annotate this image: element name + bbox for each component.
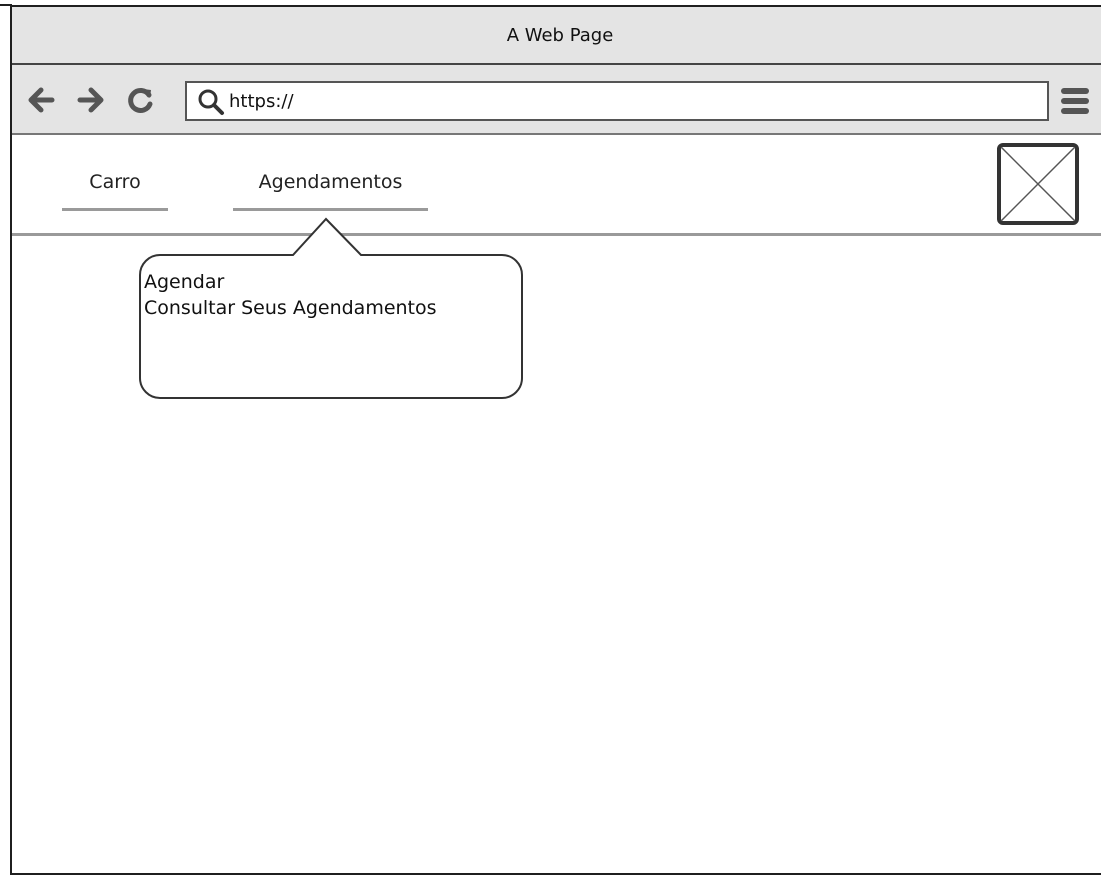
nav-tab-label: Agendamentos <box>258 171 403 193</box>
agendamentos-dropdown: Agendar Consultar Seus Agendamentos <box>130 207 530 402</box>
window-title: A Web Page <box>506 24 614 46</box>
dropdown-menu: Agendar Consultar Seus Agendamentos <box>144 269 437 321</box>
browser-toolbar <box>12 65 1101 135</box>
window-titlebar: A Web Page <box>12 7 1101 65</box>
nav-tab-carro[interactable]: Carro <box>62 171 168 211</box>
arrow-right-icon <box>77 87 104 113</box>
logo-placeholder <box>997 143 1079 225</box>
browser-window: A Web Page https:// Carro Agendamentos A… <box>10 5 1101 875</box>
browser-menu-button[interactable] <box>1059 84 1091 118</box>
page-content: Carro Agendamentos Agendar Consultar Seu… <box>12 135 1101 875</box>
nav-tab-agendamentos[interactable]: Agendamentos <box>233 171 428 211</box>
forward-button[interactable] <box>74 83 108 117</box>
menu-item-agendar[interactable]: Agendar <box>144 269 437 295</box>
search-icon <box>198 89 224 115</box>
reload-button[interactable] <box>124 83 158 117</box>
arrow-left-icon <box>28 87 55 113</box>
address-bar[interactable] <box>185 81 1049 121</box>
reload-icon <box>128 88 153 113</box>
menu-item-consultar-agendamentos[interactable]: Consultar Seus Agendamentos <box>144 295 437 321</box>
back-button[interactable] <box>24 83 58 117</box>
nav-tab-label: Carro <box>89 171 141 193</box>
url-input[interactable] <box>229 87 1029 115</box>
hamburger-menu-icon <box>1061 88 1089 114</box>
image-placeholder-icon <box>1000 146 1076 222</box>
